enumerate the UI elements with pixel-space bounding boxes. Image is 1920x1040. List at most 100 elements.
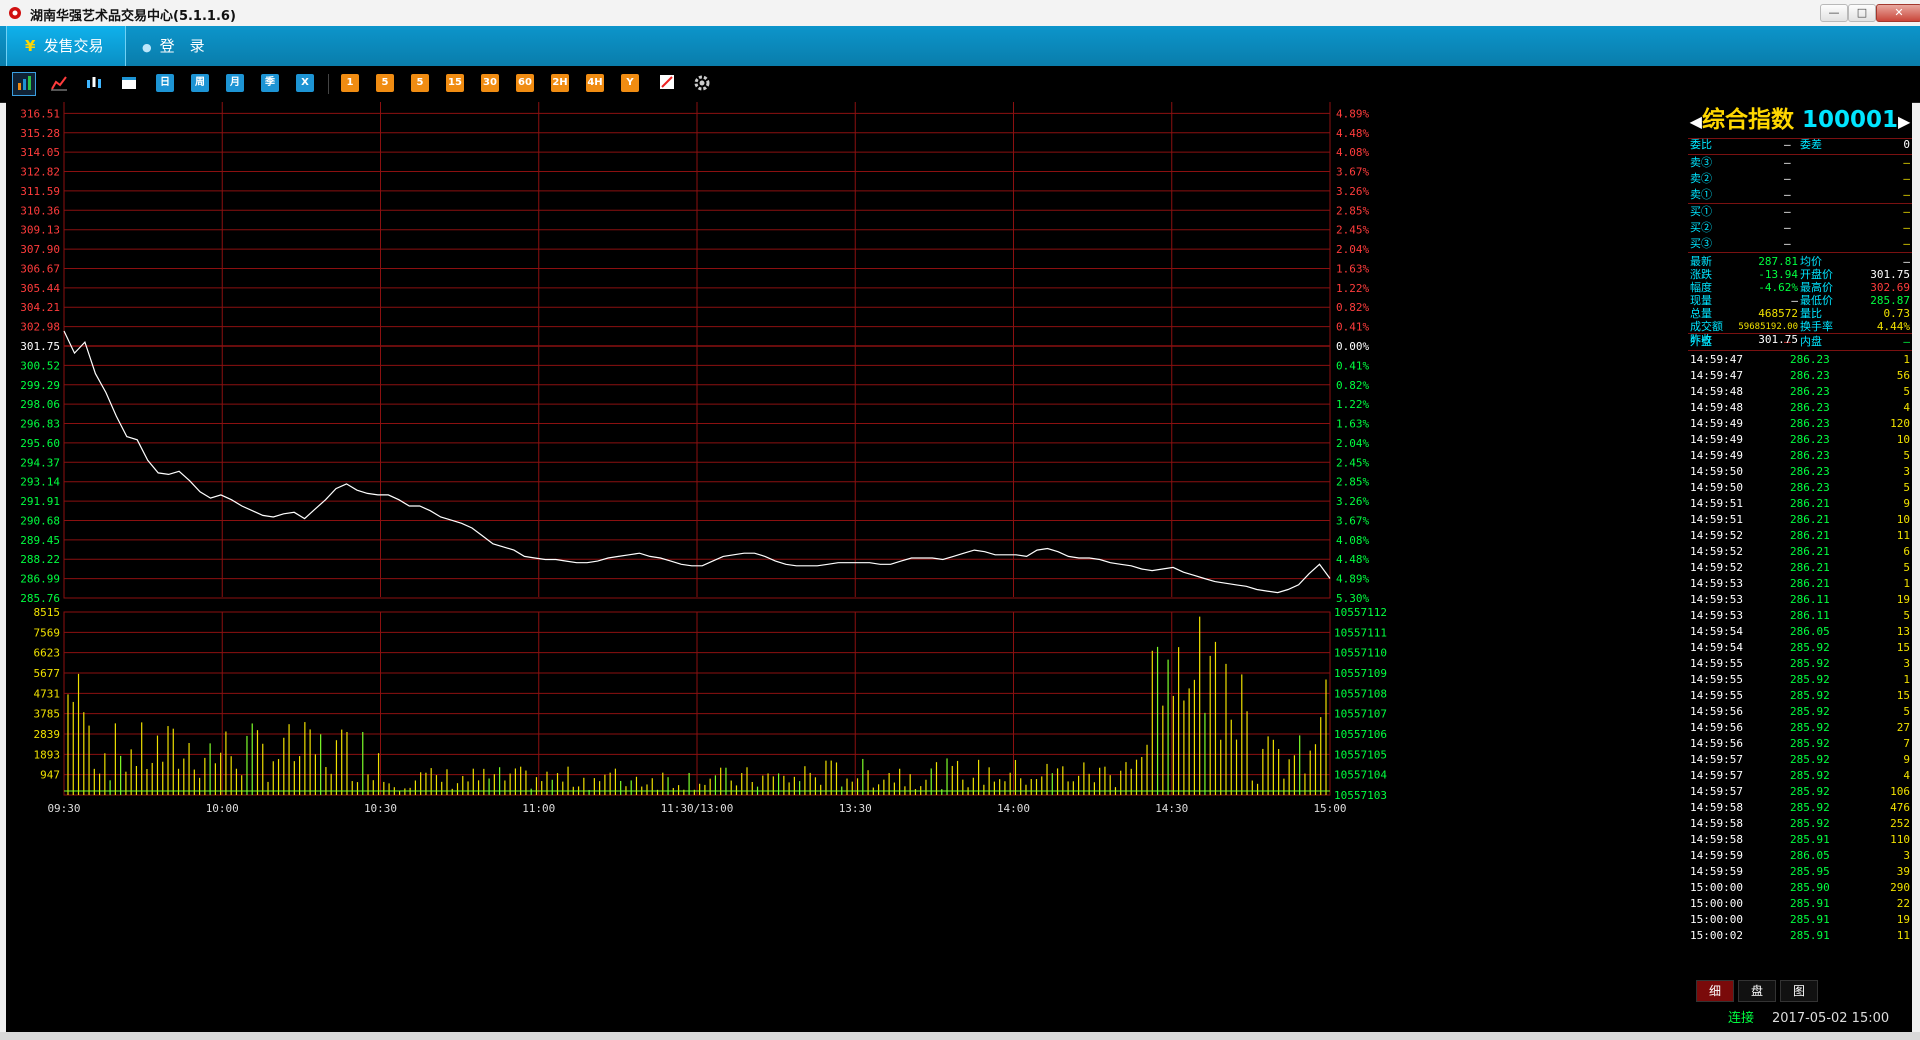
tick-volume: 476	[1890, 801, 1910, 814]
tick-row: 14:59:57 285.92 9	[1690, 752, 1910, 768]
period-60-button[interactable]: 60	[516, 74, 534, 92]
tick-time: 14:59:58	[1690, 817, 1743, 830]
tick-volume: 19	[1896, 913, 1910, 926]
next-stock-icon[interactable]: ▶	[1898, 112, 1910, 131]
pct-tick-label: 1.63%	[1336, 262, 1369, 275]
volume-tick-label: 8515	[34, 606, 61, 619]
price-tick-label: 315.28	[20, 127, 60, 140]
tab-chart[interactable]: 图	[1780, 980, 1818, 1002]
period-quarter-button[interactable]: 季	[261, 74, 279, 92]
line-chart-icon[interactable]	[50, 74, 68, 92]
intraday-chart[interactable]: 317.745.30%316.514.89%315.284.48%314.054…	[6, 88, 1688, 1032]
price-tick-label: 307.90	[20, 243, 60, 256]
volume-tick-label: 6623	[34, 647, 61, 660]
tick-volume: 19	[1896, 593, 1910, 606]
tick-price: 286.23	[1790, 465, 1830, 478]
sell-level-row: 卖③ — —	[1690, 155, 1910, 171]
pct-tick-label: 0.41%	[1336, 321, 1369, 334]
period-year-button[interactable]: Y	[621, 74, 639, 92]
tab-detail[interactable]: 细	[1696, 980, 1734, 1002]
candlestick-icon[interactable]	[85, 74, 103, 92]
tab-orderbook[interactable]: 盘	[1738, 980, 1776, 1002]
level-label: 卖②	[1690, 172, 1712, 185]
bar-chart-icon[interactable]	[12, 72, 36, 96]
prev-close-row: 昨收 301.75	[1690, 332, 1910, 348]
time-tick-label: 11:00	[522, 802, 555, 815]
tick-volume: 4	[1903, 769, 1910, 782]
period-week-button[interactable]: 周	[191, 74, 209, 92]
menu-item-trade-label: 发售交易	[43, 37, 104, 55]
price-tick-label: 285.76	[20, 592, 60, 605]
level-volume: —	[1903, 205, 1910, 218]
tick-row: 14:59:54 285.92 15	[1690, 640, 1910, 656]
time-tick-label: 10:00	[206, 802, 239, 815]
volume-right-label: 10557109	[1334, 667, 1387, 680]
price-tick-label: 304.21	[20, 301, 60, 314]
tick-time: 14:59:51	[1690, 497, 1743, 510]
period-4h-button[interactable]: 4H	[586, 74, 604, 92]
tick-time: 14:59:50	[1690, 481, 1743, 494]
tick-volume: 11	[1896, 529, 1910, 542]
period-1-button[interactable]: 1	[341, 74, 359, 92]
volume-tick-label: 4731	[34, 687, 61, 700]
menu-item-trade[interactable]: ¥ 发售交易	[6, 26, 126, 66]
menu-item-login[interactable]: ● 登 录	[142, 26, 242, 66]
tick-volume: 110	[1890, 833, 1910, 846]
tick-volume: 1	[1903, 673, 1910, 686]
level-price: —	[1784, 172, 1791, 185]
level-price: —	[1784, 221, 1791, 234]
tick-row: 14:59:58 285.92 252	[1690, 816, 1910, 832]
tick-price: 286.23	[1790, 433, 1830, 446]
tick-price: 286.21	[1790, 513, 1830, 526]
period-x-button[interactable]: X	[296, 74, 314, 92]
weicha-label: 委差	[1800, 138, 1822, 151]
time-tick-label: 10:30	[364, 802, 397, 815]
settings-gear-icon[interactable]	[693, 74, 711, 92]
level-price: —	[1784, 237, 1791, 250]
price-tick-label: 316.51	[20, 107, 60, 120]
volume-tick-label: 1893	[34, 748, 61, 761]
quote-panel: ◀综合指数 100001▶ 委比 — 委差 0 外盘 — 内盘 — 14:59:…	[1688, 102, 1912, 1032]
price-tick-label: 314.05	[20, 146, 60, 159]
tick-volume: 9	[1903, 753, 1910, 766]
tick-volume: 252	[1890, 817, 1910, 830]
price-tick-label: 290.68	[20, 514, 60, 527]
calendar-icon[interactable]	[120, 74, 138, 92]
tick-time: 14:59:54	[1690, 625, 1743, 638]
pct-tick-label: 0.41%	[1336, 359, 1369, 372]
prev-stock-icon[interactable]: ◀	[1690, 112, 1702, 131]
maximize-button[interactable]: □	[1848, 4, 1876, 22]
tick-row: 14:59:57 285.92 4	[1690, 768, 1910, 784]
period-5-button[interactable]: 5	[411, 74, 429, 92]
period-day-button[interactable]: 日	[156, 74, 174, 92]
tick-row: 14:59:59 286.05 3	[1690, 848, 1910, 864]
close-button[interactable]: ✕	[1876, 4, 1920, 22]
period-15-button[interactable]: 15	[446, 74, 464, 92]
stock-code: 100001	[1801, 107, 1899, 133]
tick-row: 14:59:56 285.92 27	[1690, 720, 1910, 736]
detail-tabs: 细 盘 图	[1688, 980, 1912, 1002]
tick-row: 14:59:55 285.92 1	[1690, 672, 1910, 688]
period-30-button[interactable]: 30	[481, 74, 499, 92]
tick-row: 14:59:56 285.92 7	[1690, 736, 1910, 752]
title-bar: 湖南华强艺术品交易中心(5.1.1.6) — □ ✕	[0, 0, 1920, 27]
level-label: 卖③	[1690, 156, 1712, 169]
chart-canvas[interactable]: 317.745.30%316.514.89%315.284.48%314.054…	[6, 88, 1688, 1032]
tick-time: 14:59:47	[1690, 353, 1743, 366]
level-price: —	[1784, 205, 1791, 218]
price-tick-label: 302.98	[20, 321, 60, 334]
tick-row: 14:59:53 286.21 1	[1690, 576, 1910, 592]
sell-level-row: 卖① — —	[1690, 187, 1910, 203]
period-3-button[interactable]: 5	[376, 74, 394, 92]
time-tick-label: 15:00	[1313, 802, 1346, 815]
period-month-button[interactable]: 月	[226, 74, 244, 92]
tick-row: 14:59:47 286.23 1	[1690, 352, 1910, 368]
period-2h-button[interactable]: 2H	[551, 74, 569, 92]
tick-price: 285.92	[1790, 641, 1830, 654]
pct-tick-label: 3.67%	[1336, 514, 1369, 527]
time-tick-label: 11:30/13:00	[661, 802, 734, 815]
tick-price: 285.92	[1790, 737, 1830, 750]
minimize-button[interactable]: —	[1820, 4, 1848, 22]
draw-tool-icon[interactable]	[658, 74, 676, 92]
tick-volume: 3	[1903, 657, 1910, 670]
